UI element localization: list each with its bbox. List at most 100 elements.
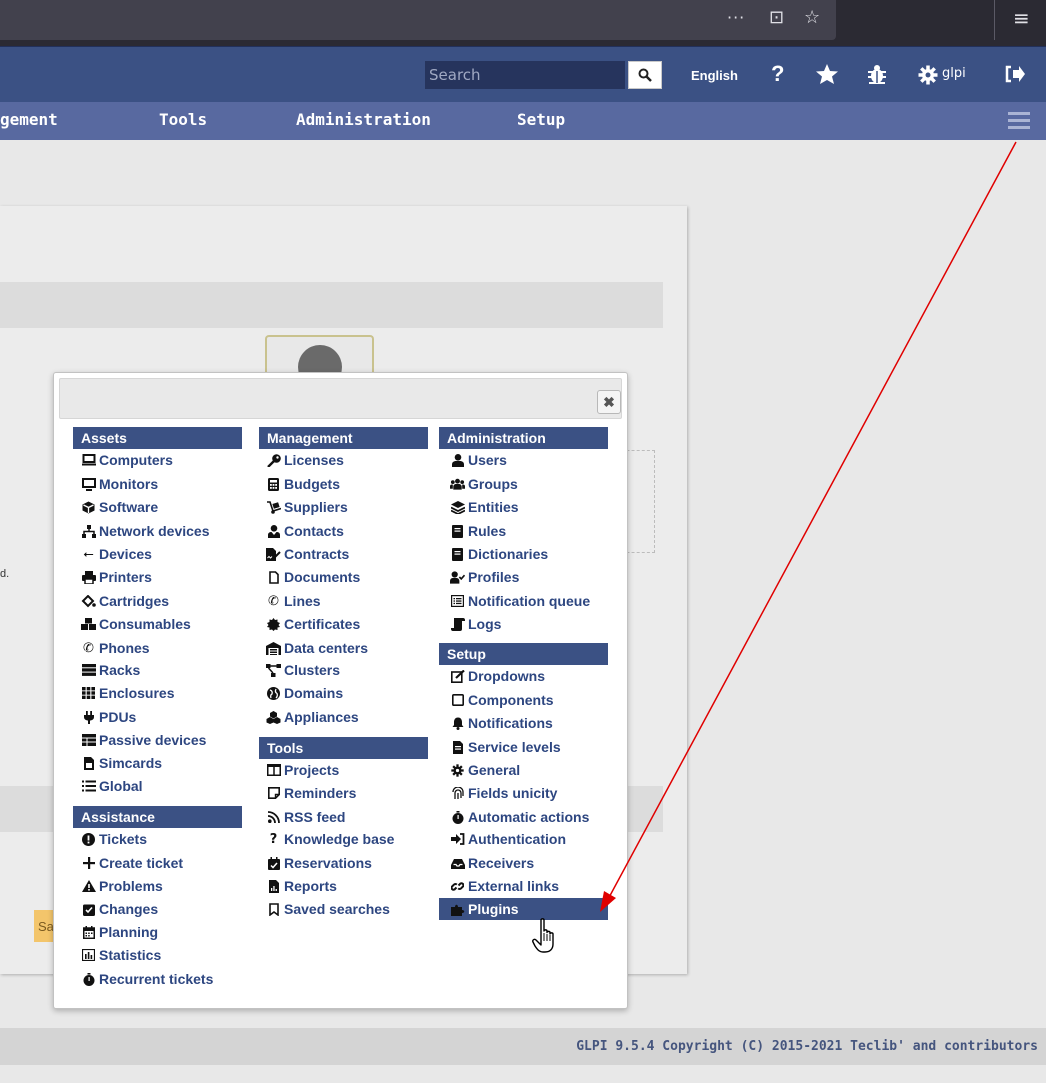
nav-setup[interactable]: Setup	[517, 110, 565, 129]
network-icon	[81, 524, 96, 538]
language-selector[interactable]: English	[691, 68, 738, 83]
warehouse-icon	[266, 641, 281, 655]
menu-item-reservations[interactable]: Reservations	[266, 852, 372, 874]
menu-item-rules[interactable]: Rules	[450, 520, 506, 542]
menu-item-entities[interactable]: Entities	[450, 496, 519, 518]
sim-card-icon	[81, 756, 96, 770]
nav-administration[interactable]: Administration	[296, 110, 431, 129]
browser-toolbar: ··· ⊡ ☆ ≡	[0, 0, 1046, 46]
menu-item-licenses[interactable]: Licenses	[266, 449, 344, 471]
menu-item-automatic-actions[interactable]: Automatic actions	[450, 806, 589, 828]
menu-item-notifications[interactable]: Notifications	[450, 712, 553, 734]
menu-item-tickets[interactable]: Tickets	[81, 828, 147, 850]
logout-icon[interactable]	[1004, 65, 1026, 83]
user-name[interactable]: glpi	[942, 66, 966, 81]
menu-item-cartridges[interactable]: Cartridges	[81, 590, 169, 612]
phone-icon: ✆	[268, 593, 279, 609]
menu-item-pdus[interactable]: PDUs	[81, 706, 136, 728]
user-tie-icon	[266, 524, 281, 538]
menu-item-rss-feed[interactable]: RSS feed	[266, 806, 345, 828]
url-bar[interactable]	[0, 0, 836, 40]
menu-item-consumables[interactable]: Consumables	[81, 613, 191, 635]
menu-item-simcards[interactable]: Simcards	[81, 752, 162, 774]
gear-icon[interactable]	[918, 65, 938, 85]
file-icon	[266, 570, 281, 584]
gear-icon	[450, 763, 465, 777]
menu-item-clusters[interactable]: Clusters	[266, 659, 340, 681]
menu-item-budgets[interactable]: Budgets	[266, 473, 340, 495]
menu-item-certificates[interactable]: Certificates	[266, 613, 360, 635]
menu-item-lines[interactable]: ✆ Lines	[266, 590, 321, 612]
more-actions-icon[interactable]: ···	[727, 7, 745, 29]
menu-item-devices[interactable]: ⭠ Devices	[81, 543, 152, 565]
menu-item-phones[interactable]: ✆ Phones	[81, 637, 150, 659]
menu-item-reports[interactable]: Reports	[266, 875, 337, 897]
bookmark-star-icon[interactable]: ☆	[804, 7, 820, 29]
menu-item-general[interactable]: General	[450, 759, 520, 781]
menu-item-create-ticket[interactable]: Create ticket	[81, 852, 183, 874]
search-input[interactable]	[425, 61, 625, 89]
menu-item-users[interactable]: Users	[450, 449, 507, 471]
menu-item-authentication[interactable]: Authentication	[450, 828, 566, 850]
help-icon[interactable]: ?	[771, 61, 784, 87]
menu-item-passive-devices[interactable]: Passive devices	[81, 729, 206, 751]
menu-item-computers[interactable]: Computers	[81, 449, 173, 471]
menu-item-appliances[interactable]: Appliances	[266, 706, 359, 728]
menu-item-dropdowns[interactable]: Dropdowns	[450, 665, 545, 687]
bug-report-icon[interactable]	[866, 63, 888, 85]
pocket-icon[interactable]: ⊡	[769, 7, 784, 29]
menu-item-profiles[interactable]: Profiles	[450, 566, 519, 588]
menu-item-documents[interactable]: Documents	[266, 566, 360, 588]
menu-item-network-devices[interactable]: Network devices	[81, 520, 210, 542]
certificate-icon	[266, 617, 281, 631]
book-icon	[450, 524, 465, 538]
nav-tools[interactable]: Tools	[159, 110, 207, 129]
close-button[interactable]: ✖	[597, 390, 621, 414]
menu-item-saved-searches[interactable]: Saved searches	[266, 898, 390, 920]
calculator-icon	[266, 477, 281, 491]
menu-item-data-centers[interactable]: Data centers	[266, 637, 368, 659]
menu-item-plugins[interactable]: Plugins	[439, 898, 608, 920]
section-administration: Administration	[439, 427, 608, 449]
nav-management[interactable]: gement	[0, 110, 58, 129]
menu-item-printers[interactable]: Printers	[81, 566, 152, 588]
menu-item-components[interactable]: Components	[450, 689, 554, 711]
menu-item-logs[interactable]: Logs	[450, 613, 501, 635]
menu-item-global[interactable]: Global	[81, 775, 143, 797]
scroll-icon	[450, 617, 465, 631]
menu-item-statistics[interactable]: Statistics	[81, 944, 161, 966]
toolbar-divider	[994, 0, 995, 40]
menu-item-planning[interactable]: Planning	[81, 921, 158, 943]
menu-item-problems[interactable]: Problems	[81, 875, 163, 897]
menu-item-domains[interactable]: Domains	[266, 682, 343, 704]
menu-item-contacts[interactable]: Contacts	[266, 520, 344, 542]
menu-item-changes[interactable]: Changes	[81, 898, 158, 920]
menu-item-recurrent-tickets[interactable]: Recurrent tickets	[81, 968, 213, 990]
menu-item-receivers[interactable]: Receivers	[450, 852, 534, 874]
menu-item-projects[interactable]: Projects	[266, 759, 339, 781]
menu-item-racks[interactable]: Racks	[81, 659, 140, 681]
menu-item-external-links[interactable]: External links	[450, 875, 559, 897]
menu-item-monitors[interactable]: Monitors	[81, 473, 158, 495]
menu-item-dictionaries[interactable]: Dictionaries	[450, 543, 548, 565]
menu-item-enclosures[interactable]: Enclosures	[81, 682, 174, 704]
menu-hamburger-icon[interactable]	[1008, 112, 1030, 130]
copyright-text: GLPI 9.5.4 Copyright (C) 2015-2021 Tecli…	[576, 1039, 1038, 1054]
browser-menu-icon[interactable]: ≡	[1013, 7, 1030, 29]
globe-icon	[266, 686, 281, 700]
close-icon: ✖	[603, 393, 615, 410]
section-assistance: Assistance	[73, 806, 242, 828]
menu-item-knowledge-base[interactable]: ? Knowledge base	[266, 828, 395, 850]
menu-item-fields-unicity[interactable]: Fields unicity	[450, 782, 557, 804]
menu-item-service-levels[interactable]: Service levels	[450, 736, 561, 758]
menu-item-groups[interactable]: Groups	[450, 473, 518, 495]
menu-item-contracts[interactable]: Contracts	[266, 543, 349, 565]
section-tools: Tools	[259, 737, 428, 759]
search-button[interactable]	[628, 61, 662, 89]
file-signature-icon	[266, 547, 281, 561]
favorite-star-icon[interactable]	[815, 63, 839, 85]
menu-item-software[interactable]: Software	[81, 496, 158, 518]
menu-item-notification-queue[interactable]: Notification queue	[450, 590, 590, 612]
menu-item-reminders[interactable]: Reminders	[266, 782, 356, 804]
menu-item-suppliers[interactable]: Suppliers	[266, 496, 348, 518]
